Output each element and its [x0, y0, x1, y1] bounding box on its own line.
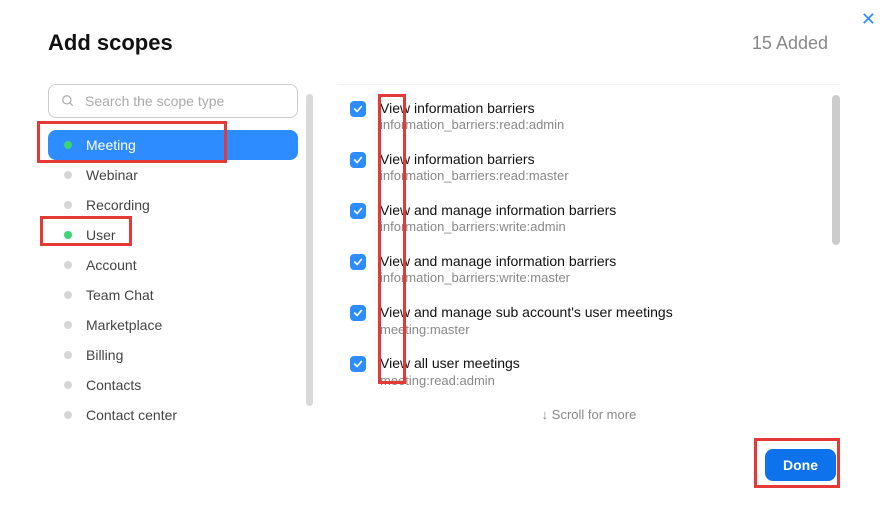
sidebar-item-label: User [86, 227, 116, 243]
sidebar: Meeting Webinar Recording User Account Team C… [48, 84, 298, 430]
status-dot [64, 321, 72, 329]
search-input[interactable] [83, 92, 285, 110]
permission-row: View and manage information barriersinfo… [350, 201, 840, 236]
permission-title: View and manage sub account's user meeti… [380, 303, 673, 321]
permission-row: View information barriersinformation_bar… [350, 150, 840, 185]
permission-code: meeting:read:admin [380, 373, 520, 390]
permission-code: information_barriers:write:master [380, 270, 616, 287]
sidebar-item-label: Team Chat [86, 287, 154, 303]
search-box[interactable] [48, 84, 298, 118]
status-dot [64, 231, 72, 239]
permission-title: View information barriers [380, 99, 564, 117]
status-dot [64, 201, 72, 209]
sidebar-item-label: Account [86, 257, 137, 273]
permission-row: View and manage information barriersinfo… [350, 252, 840, 287]
sidebar-item-contacts[interactable]: Contacts [48, 370, 298, 400]
status-dot [64, 171, 72, 179]
sidebar-item-billing[interactable]: Billing [48, 340, 298, 370]
status-dot [64, 141, 72, 149]
modal-header: Add scopes 15 Added [0, 0, 888, 56]
sidebar-item-label: Billing [86, 347, 123, 363]
sidebar-item-meeting[interactable]: Meeting [48, 130, 298, 160]
permission-row: View information barriersinformation_bar… [350, 99, 840, 134]
status-dot [64, 261, 72, 269]
added-count: 15 Added [752, 33, 828, 54]
permission-row: View and manage sub account's user meeti… [350, 303, 840, 338]
sidebar-item-user[interactable]: User [48, 220, 298, 250]
permission-title: View and manage information barriers [380, 201, 616, 219]
sidebar-item-label: Recording [86, 197, 150, 213]
sidebar-item-label: Contacts [86, 377, 141, 393]
permissions-panel: View information barriersinformation_bar… [338, 84, 840, 430]
permission-title: View all user meetings [380, 354, 520, 372]
permission-title: View and manage information barriers [380, 252, 616, 270]
permission-title: View information barriers [380, 150, 569, 168]
permission-code: information_barriers:read:admin [380, 117, 564, 134]
status-dot [64, 381, 72, 389]
status-dot [64, 351, 72, 359]
permission-checkbox[interactable] [350, 254, 366, 270]
permission-checkbox[interactable] [350, 203, 366, 219]
status-dot [64, 411, 72, 419]
permission-code: meeting:master [380, 322, 673, 339]
scroll-more: ↓ Scroll for more [338, 405, 840, 428]
permission-checkbox[interactable] [350, 305, 366, 321]
permission-checkbox[interactable] [350, 356, 366, 372]
scrollbar[interactable] [832, 95, 840, 245]
sidebar-item-label: Meeting [86, 137, 136, 153]
permission-checkbox[interactable] [350, 101, 366, 117]
permission-code: information_barriers:write:admin [380, 219, 616, 236]
sidebar-item-label: Contact center [86, 407, 177, 423]
sidebar-item-account[interactable]: Account [48, 250, 298, 280]
permission-checkbox[interactable] [350, 152, 366, 168]
sidebar-item-contact-center[interactable]: Contact center [48, 400, 298, 430]
permission-row: View all user meetingsmeeting:read:admin [350, 354, 840, 389]
sidebar-item-webinar[interactable]: Webinar [48, 160, 298, 190]
page-title: Add scopes [48, 30, 173, 56]
close-icon[interactable]: ✕ [861, 10, 876, 28]
permission-code: information_barriers:read:master [380, 168, 569, 185]
scrollbar[interactable] [306, 94, 313, 406]
sidebar-item-marketplace[interactable]: Marketplace [48, 310, 298, 340]
sidebar-item-team-chat[interactable]: Team Chat [48, 280, 298, 310]
search-icon [61, 94, 75, 108]
sidebar-item-label: Marketplace [86, 317, 162, 333]
sidebar-item-label: Webinar [86, 167, 138, 183]
done-button[interactable]: Done [765, 449, 836, 481]
sidebar-item-recording[interactable]: Recording [48, 190, 298, 220]
status-dot [64, 291, 72, 299]
